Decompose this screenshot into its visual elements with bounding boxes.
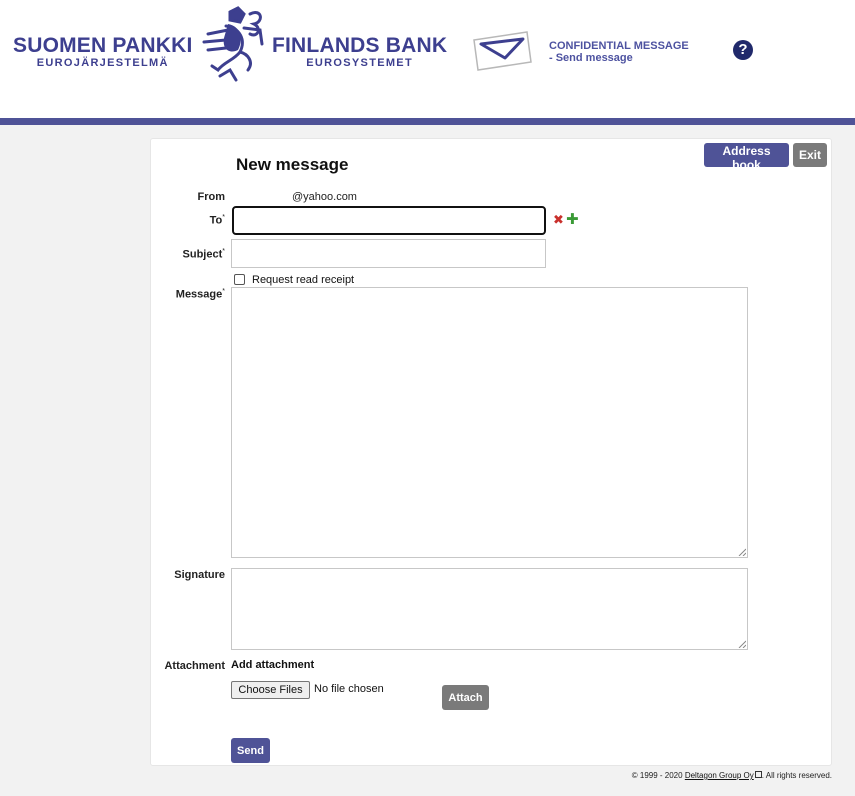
to-input[interactable]: [232, 206, 546, 235]
signature-textarea[interactable]: [231, 568, 748, 650]
from-value: @yahoo.com: [292, 191, 357, 203]
to-label-text: To: [209, 214, 223, 227]
lion-emblem-icon: [202, 6, 264, 82]
signature-label: Signature: [174, 569, 225, 581]
subject-label-text: Subject: [182, 248, 223, 261]
subject-label: Subject*: [150, 248, 225, 261]
message-label-text: Message: [175, 288, 223, 301]
required-mark: *: [222, 288, 225, 295]
footer-copyright: © 1999 - 2020 Deltagon Group Oy . All rig…: [632, 771, 832, 780]
resize-grip-icon[interactable]: [738, 548, 746, 556]
finlands-bank-logo: FINLANDS BANK EUROSYSTEMET: [272, 35, 447, 70]
confidential-message-heading: CONFIDENTIAL MESSAGE - Send message: [549, 40, 689, 64]
subject-input[interactable]: [231, 239, 546, 268]
page-title: New message: [236, 155, 349, 174]
brand-fi-sub: EUROJÄRJESTELMÄ: [36, 57, 169, 69]
read-receipt-checkbox[interactable]: [234, 274, 245, 285]
no-file-chosen-text: No file chosen: [314, 683, 384, 695]
confidential-subtitle: - Send message: [549, 52, 633, 64]
exit-button[interactable]: Exit: [793, 143, 827, 167]
brand-fi-name: SUOMEN PANKKI: [13, 34, 193, 57]
suomen-pankki-logo: SUOMEN PANKKI EUROJÄRJESTELMÄ: [13, 35, 193, 70]
deltagon-link[interactable]: Deltagon Group Oy: [685, 771, 754, 780]
envelope-icon: [473, 31, 532, 71]
confidential-title: CONFIDENTIAL MESSAGE: [549, 40, 689, 52]
help-icon[interactable]: ?: [733, 40, 753, 60]
attachment-label: Attachment: [164, 660, 225, 672]
read-receipt-label: Request read receipt: [252, 274, 355, 286]
brand-sv-name: FINLANDS BANK: [272, 34, 448, 57]
header-divider: [0, 118, 855, 125]
message-textarea[interactable]: [231, 287, 748, 558]
send-button[interactable]: Send: [231, 738, 270, 763]
rights-text: . All rights reserved.: [761, 771, 832, 780]
from-label: From: [197, 191, 226, 203]
brand-sv-sub: EUROSYSTEMET: [306, 57, 413, 69]
required-mark: *: [222, 214, 225, 221]
attach-button[interactable]: Attach: [442, 685, 489, 710]
address-book-button[interactable]: Address book: [704, 143, 789, 172]
choose-files-button[interactable]: Choose Files: [231, 681, 310, 699]
copyright-text: © 1999 - 2020: [631, 771, 683, 780]
remove-recipient-icon[interactable]: ✖: [553, 213, 564, 226]
add-attachment-heading: Add attachment: [231, 659, 315, 671]
add-recipient-icon[interactable]: ✚: [566, 212, 579, 227]
external-link-icon: [754, 771, 762, 778]
message-label: Message*: [150, 288, 225, 301]
required-mark: *: [222, 248, 225, 255]
resize-grip-icon[interactable]: [738, 640, 746, 648]
to-label: To*: [150, 214, 225, 227]
